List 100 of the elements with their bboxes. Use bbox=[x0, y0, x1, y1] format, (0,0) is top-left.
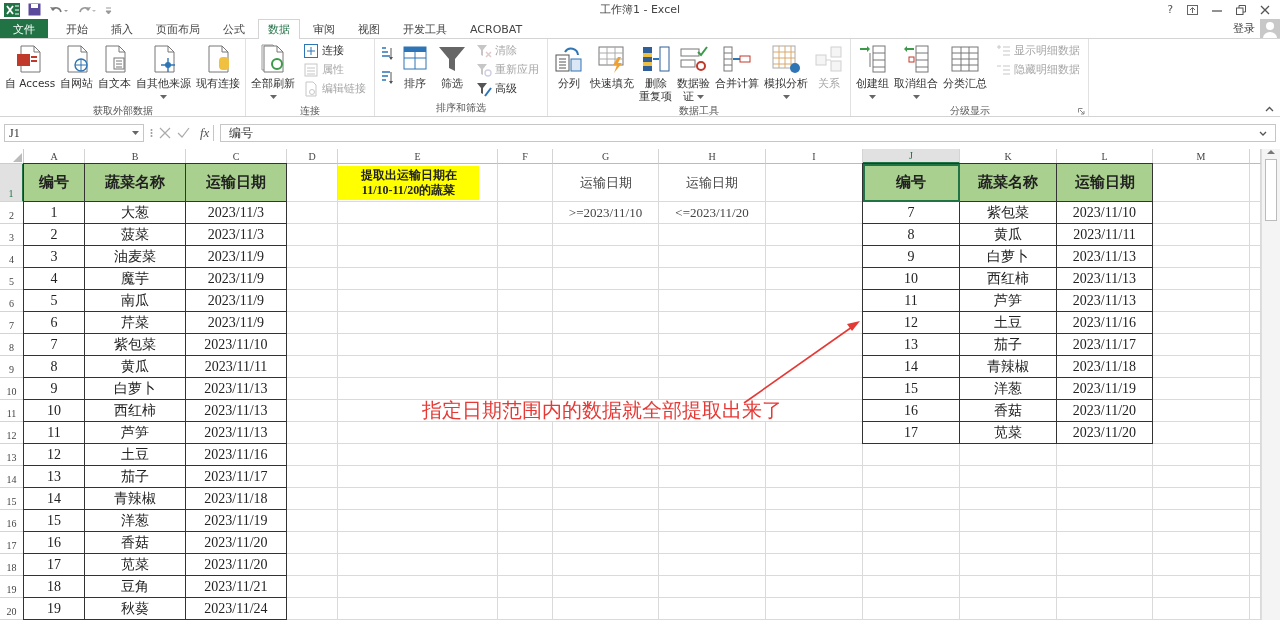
ribbon-tab[interactable]: 公式 bbox=[213, 19, 255, 38]
row-header[interactable]: 3 bbox=[0, 224, 24, 246]
cancel-icon[interactable] bbox=[159, 127, 171, 139]
row-header[interactable]: 6 bbox=[0, 290, 24, 312]
ribbon-tab[interactable]: 插入 bbox=[101, 19, 143, 38]
ribbon-tab[interactable]: 页面布局 bbox=[146, 19, 210, 38]
header-cell: 蔬菜名称 bbox=[85, 164, 186, 202]
row-header[interactable]: 4 bbox=[0, 246, 24, 268]
row-header[interactable]: 12 bbox=[0, 422, 24, 444]
empty-cell bbox=[287, 378, 338, 400]
empty-cell bbox=[498, 312, 553, 334]
ribbon-button[interactable]: 创建组 bbox=[854, 42, 892, 104]
ribbon-button[interactable]: 快速填充 bbox=[588, 42, 637, 91]
row-header[interactable]: 14 bbox=[0, 466, 24, 488]
sign-in-link[interactable]: 登录 bbox=[1233, 21, 1255, 36]
column-header[interactable]: I bbox=[766, 149, 863, 164]
formula-field[interactable]: 编号 bbox=[220, 124, 1276, 142]
column-header[interactable]: F bbox=[498, 149, 553, 164]
ribbon-button[interactable]: 分列 bbox=[551, 42, 588, 91]
ribbon-tab[interactable]: 数据 bbox=[258, 19, 300, 39]
ribbon-button[interactable]: 删除 重复项 bbox=[637, 42, 675, 104]
row-header[interactable]: 10 bbox=[0, 378, 24, 400]
table-cell: 2 bbox=[24, 224, 85, 246]
row-header[interactable]: 16 bbox=[0, 510, 24, 532]
table-cell: 2023/11/9 bbox=[186, 246, 287, 268]
expand-lines-icon bbox=[995, 42, 1012, 59]
row-header[interactable]: 13 bbox=[0, 444, 24, 466]
caret-icon bbox=[782, 95, 790, 99]
table-cell: 3 bbox=[24, 246, 85, 268]
ribbon-button[interactable]: 模拟分析 bbox=[762, 42, 811, 104]
ribbon-button[interactable]: 筛选 bbox=[434, 42, 471, 91]
row-header[interactable]: 17 bbox=[0, 532, 24, 554]
ribbon-button[interactable]: 数据验 证 bbox=[675, 42, 713, 104]
sort-descending-icon[interactable] bbox=[380, 70, 395, 86]
ribbon-button[interactable]: 自网站 bbox=[58, 42, 96, 91]
row-header[interactable]: 2 bbox=[0, 202, 24, 224]
sort-ascending-icon[interactable] bbox=[380, 46, 395, 62]
ribbon-button[interactable]: 排序 bbox=[397, 42, 434, 91]
table-cell: 土豆 bbox=[85, 444, 186, 466]
select-all-icon[interactable] bbox=[13, 153, 22, 162]
ribbon-tab[interactable]: 视图 bbox=[348, 19, 390, 38]
ribbon-button[interactable]: 分类汇总 bbox=[941, 42, 990, 91]
dialog-launcher-icon[interactable] bbox=[1078, 108, 1086, 115]
insert-function-button[interactable]: fx bbox=[196, 125, 215, 141]
collapse-ribbon-icon[interactable] bbox=[1265, 106, 1274, 112]
customize-toolbar-icon[interactable] bbox=[105, 5, 112, 14]
column-header[interactable]: E bbox=[338, 149, 498, 164]
row-header[interactable]: 7 bbox=[0, 312, 24, 334]
ribbon-tab[interactable]: 审阅 bbox=[303, 19, 345, 38]
help-button[interactable]: ? bbox=[1167, 3, 1173, 16]
table-cell: 2023/11/13 bbox=[186, 422, 287, 444]
expand-icon[interactable] bbox=[1259, 130, 1267, 136]
row-header[interactable]: 18 bbox=[0, 554, 24, 576]
row-header[interactable]: 11 bbox=[0, 400, 24, 422]
scrollbar-thumb[interactable] bbox=[1265, 159, 1277, 221]
ribbon-tab[interactable]: 文件 bbox=[0, 19, 48, 38]
table-cell: 15 bbox=[863, 378, 960, 400]
ribbon-tab[interactable]: 开始 bbox=[56, 19, 98, 38]
column-header[interactable]: G bbox=[553, 149, 659, 164]
table-cell: 2023/11/19 bbox=[1057, 378, 1153, 400]
row-header[interactable]: 8 bbox=[0, 334, 24, 356]
enter-icon[interactable] bbox=[177, 127, 190, 139]
empty-cell bbox=[287, 488, 338, 510]
criteria-cell: <=2023/11/20 bbox=[659, 202, 766, 224]
ribbon-button[interactable]: 自其他来源 bbox=[134, 42, 194, 104]
table-cell: 2023/11/9 bbox=[186, 290, 287, 312]
column-header[interactable]: M bbox=[1153, 149, 1250, 164]
row-header[interactable]: 20 bbox=[0, 598, 24, 620]
ribbon-tab[interactable]: 开发工具 bbox=[393, 19, 457, 38]
caret-icon bbox=[160, 95, 168, 99]
group-label: 数据工具 bbox=[679, 104, 720, 118]
table-cell: 14 bbox=[24, 488, 85, 510]
ribbon-tab[interactable]: ACROBAT bbox=[460, 19, 533, 38]
restore-icon[interactable] bbox=[1236, 4, 1246, 15]
table-cell: 12 bbox=[24, 444, 85, 466]
column-header[interactable]: D bbox=[287, 149, 338, 164]
ribbon-display-icon[interactable] bbox=[1187, 4, 1198, 15]
row-header[interactable]: 5 bbox=[0, 268, 24, 290]
scroll-up-icon[interactable] bbox=[1267, 149, 1275, 155]
ribbon-button[interactable]: 高级 bbox=[474, 80, 542, 97]
row-header[interactable]: 15 bbox=[0, 488, 24, 510]
row-header[interactable]: 19 bbox=[0, 576, 24, 598]
table-cell: 2023/11/3 bbox=[186, 224, 287, 246]
row-header[interactable]: 1 bbox=[0, 164, 24, 202]
ribbon-button[interactable]: 取消组合 bbox=[892, 42, 941, 104]
name-box[interactable]: J1 bbox=[4, 124, 144, 142]
empty-cell bbox=[498, 466, 553, 488]
column-header[interactable]: H bbox=[659, 149, 766, 164]
ribbon-button[interactable]: 合并计算 bbox=[713, 42, 762, 91]
close-icon[interactable] bbox=[1260, 4, 1270, 15]
ribbon-button[interactable]: 连接 bbox=[301, 42, 369, 59]
save-icon[interactable] bbox=[28, 3, 41, 16]
row-header[interactable]: 9 bbox=[0, 356, 24, 378]
table-cell: 青辣椒 bbox=[960, 356, 1057, 378]
ribbon-button[interactable]: 自文本 bbox=[96, 42, 134, 91]
vertical-scrollbar[interactable] bbox=[1261, 149, 1280, 620]
table-cell: 土豆 bbox=[960, 312, 1057, 334]
ribbon-button[interactable]: 现有连接 bbox=[194, 42, 243, 91]
ribbon-button[interactable]: 全部刷新 bbox=[249, 42, 298, 104]
ribbon-button[interactable]: 自 Access bbox=[3, 42, 58, 91]
